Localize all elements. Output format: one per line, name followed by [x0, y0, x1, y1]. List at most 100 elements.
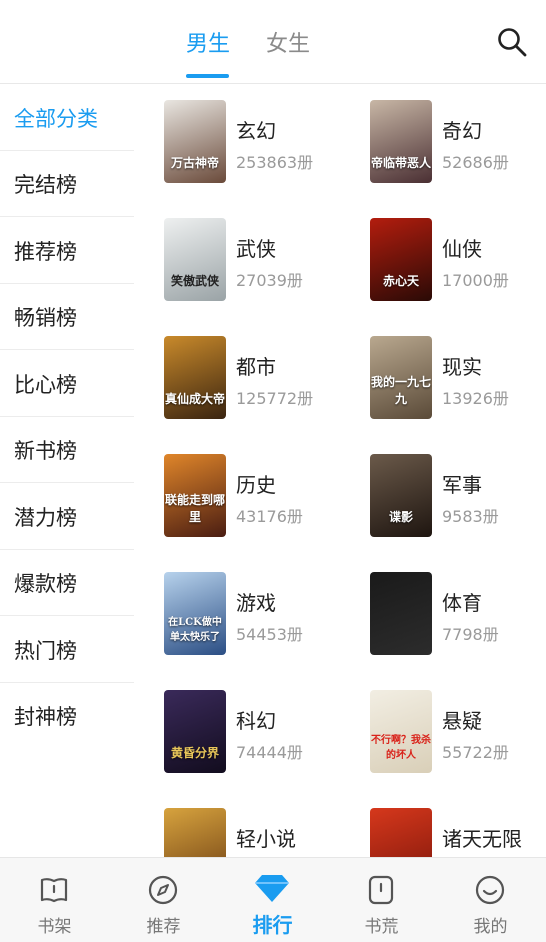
- category-card[interactable]: 联能走到哪里 历史 43176册: [134, 439, 340, 539]
- category-grid: 万古神帝 玄幻 253863册 帝临带恶人 奇幻 52686册 笑傲武侠 武侠 …: [134, 85, 546, 857]
- book-cover: [370, 808, 432, 857]
- book-cover: 不行啊？我杀的坏人: [370, 690, 432, 773]
- category-card[interactable]: 真仙成大帝 都市 125772册: [134, 321, 340, 421]
- category-card[interactable]: 在LCK做中单太快乐了 游戏 54453册: [134, 557, 340, 657]
- compass-icon: [148, 875, 178, 905]
- sidebar-item-all[interactable]: 全部分类: [0, 85, 134, 151]
- sidebar-item-label: 推荐榜: [14, 239, 77, 264]
- nav-book-shortage[interactable]: 书荒: [327, 858, 436, 942]
- diamond-icon: [255, 875, 289, 902]
- book-cover: 万古神帝: [164, 100, 226, 183]
- category-name: 都市: [236, 355, 276, 379]
- active-tab-indicator: [186, 74, 229, 78]
- book-cover: 帝临带恶人: [370, 100, 432, 183]
- sidebar-item-hot[interactable]: 热门榜: [0, 617, 134, 683]
- category-name: 科幻: [236, 709, 276, 733]
- category-count: 52686册: [442, 153, 509, 172]
- nav-label: 我的: [473, 917, 508, 937]
- book-cover: 黄昏分界: [164, 690, 226, 773]
- sidebar-item-completed[interactable]: 完结榜: [0, 151, 134, 217]
- sidebar-item-legend[interactable]: 封神榜: [0, 683, 134, 749]
- book-cover: 赤心天: [370, 218, 432, 301]
- category-card[interactable]: 体育 7798册: [340, 557, 546, 657]
- cover-title: 不行啊？我杀的坏人: [371, 735, 431, 761]
- sidebar-item-recommended[interactable]: 推荐榜: [0, 218, 134, 284]
- category-name: 历史: [236, 473, 276, 497]
- tab-female[interactable]: 女生: [266, 26, 310, 58]
- category-count: 125772册: [236, 389, 314, 408]
- nav-label: 推荐: [146, 917, 181, 937]
- book-cover: 在LCK做中单太快乐了: [164, 572, 226, 655]
- category-name: 体育: [442, 591, 482, 615]
- nav-label: 排行: [252, 913, 293, 937]
- sidebar-item-heart[interactable]: 比心榜: [0, 351, 134, 417]
- cover-title: 在LCK做中单太快乐了: [168, 617, 222, 643]
- sidebar-item-potential[interactable]: 潜力榜: [0, 484, 134, 550]
- category-card[interactable]: 轻小说: [134, 793, 340, 857]
- top-bar: 男生 女生: [0, 0, 546, 84]
- category-name: 奇幻: [442, 119, 482, 143]
- sidebar-item-bestseller[interactable]: 畅销榜: [0, 284, 134, 350]
- cover-title: 联能走到哪里: [164, 493, 225, 524]
- sidebar-item-label: 爆款榜: [14, 571, 77, 596]
- sidebar-item-label: 完结榜: [14, 172, 77, 197]
- category-count: 253863册: [236, 153, 314, 172]
- tab-male[interactable]: 男生: [186, 26, 230, 58]
- bookshelf-icon: [40, 878, 68, 903]
- category-card[interactable]: 赤心天 仙侠 17000册: [340, 203, 546, 303]
- cover-title: 谍影: [388, 510, 413, 524]
- category-count: 54453册: [236, 625, 303, 644]
- cover-title: 黄昏分界: [170, 746, 219, 760]
- category-card[interactable]: 谍影 军事 9583册: [340, 439, 546, 539]
- category-name: 轻小说: [236, 827, 296, 851]
- category-name: 游戏: [236, 591, 276, 615]
- sidebar-item-hit[interactable]: 爆款榜: [0, 550, 134, 616]
- sidebar-item-label: 封神榜: [14, 705, 77, 729]
- category-count: 9583册: [442, 507, 499, 526]
- nav-ranking[interactable]: 排行: [218, 858, 327, 942]
- category-count: 55722册: [442, 743, 509, 762]
- book-cover: 联能走到哪里: [164, 454, 226, 537]
- book-cover: 笑傲武侠: [164, 218, 226, 301]
- cover-title: 赤心天: [382, 274, 419, 288]
- cover-title: 我的一九七九: [370, 375, 431, 406]
- nav-bookshelf[interactable]: 书架: [0, 858, 109, 942]
- ranking-sidebar: 全部分类 完结榜 推荐榜 畅销榜 比心榜 新书榜 潜力榜 爆款榜 热门榜 封神榜: [0, 85, 134, 857]
- category-card[interactable]: 黄昏分界 科幻 74444册: [134, 675, 340, 775]
- category-count: 17000册: [442, 271, 509, 290]
- book-cover: [370, 572, 432, 655]
- category-card[interactable]: 笑傲武侠 武侠 27039册: [134, 203, 340, 303]
- book-cover: 谍影: [370, 454, 432, 537]
- category-count: 43176册: [236, 507, 303, 526]
- category-card[interactable]: 万古神帝 玄幻 253863册: [134, 85, 340, 185]
- nav-mine[interactable]: 我的: [436, 858, 545, 942]
- cover-title: 笑傲武侠: [170, 274, 219, 288]
- category-count: 27039册: [236, 271, 303, 290]
- sidebar-item-label: 畅销榜: [14, 305, 77, 330]
- cover-title: 万古神帝: [170, 156, 219, 170]
- nav-label: 书架: [37, 917, 72, 937]
- category-name: 仙侠: [442, 237, 482, 261]
- smile-icon: [475, 875, 505, 905]
- cover-title: 帝临带恶人: [370, 156, 431, 170]
- category-card[interactable]: 诸天无限: [340, 793, 546, 857]
- category-count: 13926册: [442, 389, 509, 408]
- sidebar-item-new[interactable]: 新书榜: [0, 417, 134, 483]
- sidebar-item-label: 潜力榜: [14, 505, 77, 530]
- category-card[interactable]: 不行啊？我杀的坏人 悬疑 55722册: [340, 675, 546, 775]
- category-count: 7798册: [442, 625, 499, 644]
- category-name: 现实: [442, 355, 482, 379]
- category-card[interactable]: 我的一九七九 现实 13926册: [340, 321, 546, 421]
- nav-recommend[interactable]: 推荐: [109, 858, 218, 942]
- search-icon[interactable]: [496, 26, 528, 58]
- sidebar-item-label: 新书榜: [14, 438, 77, 463]
- sidebar-item-label: 热门榜: [14, 638, 77, 663]
- category-count: 74444册: [236, 743, 303, 762]
- book-cover: [164, 808, 226, 857]
- nav-label: 书荒: [364, 917, 399, 937]
- category-name: 军事: [442, 473, 482, 497]
- category-name: 武侠: [236, 237, 276, 261]
- category-name: 玄幻: [236, 119, 276, 143]
- category-card[interactable]: 帝临带恶人 奇幻 52686册: [340, 85, 546, 185]
- cover-title: 真仙成大帝: [164, 392, 225, 406]
